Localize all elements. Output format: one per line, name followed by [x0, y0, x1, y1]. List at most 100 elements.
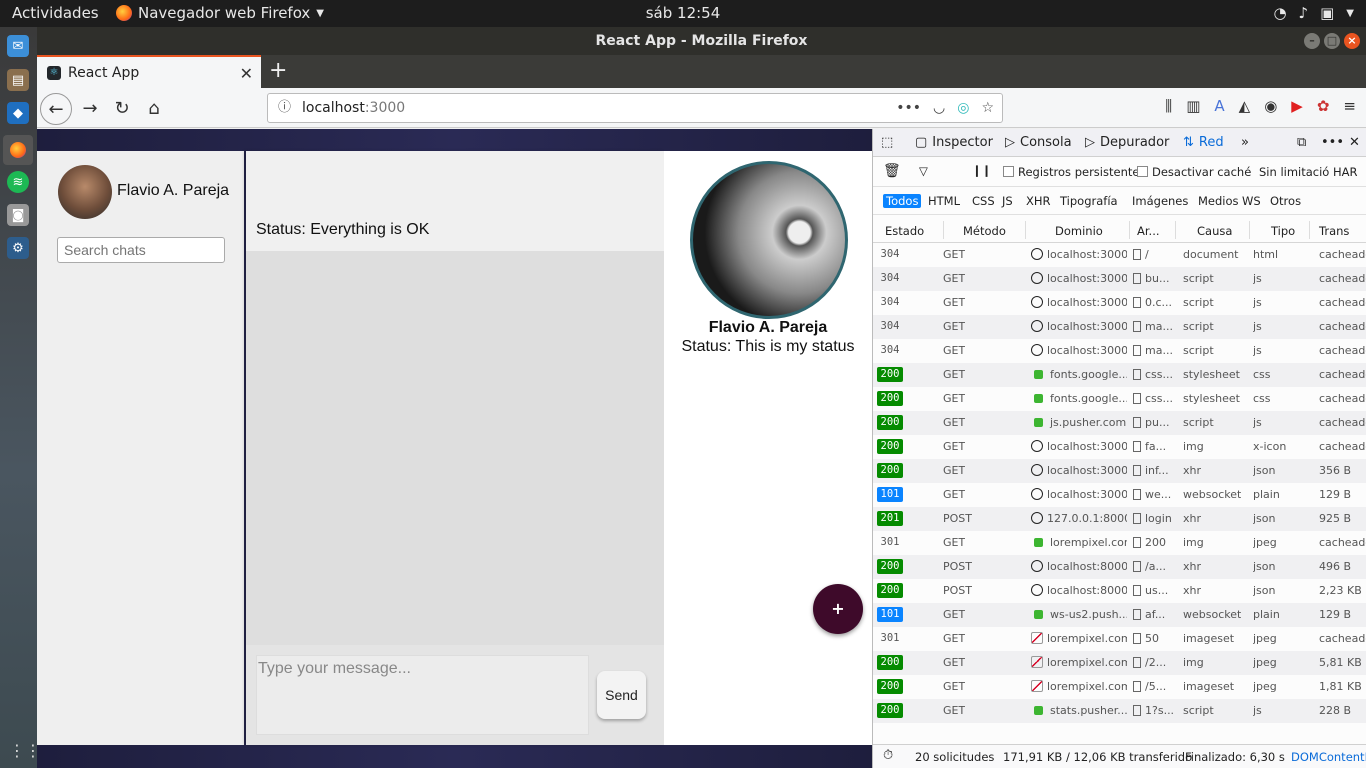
- screenshot-icon[interactable]: ◉: [1264, 97, 1277, 115]
- clock[interactable]: sáb 12:54: [646, 4, 721, 22]
- vscode-icon[interactable]: ◆: [7, 102, 29, 124]
- extension-icon[interactable]: ◎: [957, 94, 969, 122]
- table-row[interactable]: 200 GET lorempixel.com/2... img jpeg 5,81 KB: [873, 651, 1366, 675]
- table-row[interactable]: 301 GET lorempixel.com 200 img jpeg cacheado: [873, 531, 1366, 555]
- minimize-button[interactable]: –: [1304, 33, 1320, 49]
- dock-side-icon[interactable]: ⧉: [1297, 135, 1306, 150]
- table-row[interactable]: 301 GET lorempixel.com 50 imageset jpeg cachea…: [873, 627, 1366, 651]
- request-file: /5...: [1145, 680, 1167, 693]
- table-row[interactable]: 304 GET localhost:3000 0.c... script js cachea…: [873, 291, 1366, 315]
- pocket-icon[interactable]: ◡: [933, 94, 945, 122]
- table-row[interactable]: 101 GET ws-us2.push... af... websocket plain 1…: [873, 603, 1366, 627]
- table-row[interactable]: 200 POST localhost:8000/a... xhr json 496 B: [873, 555, 1366, 579]
- youtube-icon[interactable]: ▶: [1291, 97, 1303, 115]
- stopwatch-icon[interactable]: ⏱: [883, 748, 893, 763]
- close-devtools-icon[interactable]: ✕: [1349, 135, 1360, 150]
- pause-icon[interactable]: ❙❙: [972, 163, 991, 177]
- filter-js[interactable]: JS: [999, 194, 1016, 208]
- hamburger-menu-icon[interactable]: ≡: [1343, 97, 1356, 115]
- devtools-menu-icon[interactable]: •••: [1321, 135, 1344, 150]
- evernote-icon[interactable]: ◭: [1239, 97, 1251, 115]
- persist-logs-checkbox[interactable]: Registros persistentes: [1003, 165, 1145, 179]
- back-button[interactable]: ←: [40, 93, 72, 125]
- filter-icon[interactable]: ▽: [919, 164, 928, 178]
- request-transferred: cacheado: [1319, 368, 1366, 381]
- filter-media[interactable]: Medios: [1195, 194, 1242, 208]
- lock-icon: [1034, 418, 1043, 427]
- table-row[interactable]: 200 GET fonts.google... css... stylesheet css…: [873, 363, 1366, 387]
- col-domain[interactable]: Dominio: [1055, 224, 1103, 238]
- table-row[interactable]: 304 GET localhost:3000 bu... script js cachead…: [873, 267, 1366, 291]
- table-row[interactable]: 200 GET fonts.google... css... stylesheet css…: [873, 387, 1366, 411]
- app-menu[interactable]: Navegador web Firefox ▼: [116, 4, 324, 22]
- network-toolbar: 🗑 ▽ ❙❙ Registros persistentes Desactivar…: [873, 157, 1366, 187]
- globe-icon: [1031, 440, 1043, 452]
- filter-fonts[interactable]: Tipografía: [1057, 194, 1121, 208]
- throttling-select[interactable]: Sin limitació HAR: [1259, 165, 1358, 179]
- request-method: GET: [943, 416, 966, 429]
- table-row[interactable]: 200 GET js.pusher.com pu... script js cacheado: [873, 411, 1366, 435]
- table-row[interactable]: 201 POST 127.0.0.1:8000 login xhr json 925 B: [873, 507, 1366, 531]
- col-method[interactable]: Método: [963, 224, 1006, 238]
- send-button[interactable]: Send: [597, 671, 646, 719]
- forward-button[interactable]: →: [76, 94, 104, 122]
- more-tabs-icon[interactable]: »: [1241, 135, 1249, 150]
- filter-all[interactable]: Todos: [883, 194, 922, 208]
- disable-cache-checkbox[interactable]: Desactivar caché: [1137, 165, 1251, 179]
- translate-icon[interactable]: A: [1214, 97, 1224, 115]
- new-tab-button[interactable]: +: [269, 58, 287, 83]
- table-row[interactable]: 304 GET localhost:3000 ma... script js cachead…: [873, 339, 1366, 363]
- camera-icon[interactable]: ◙: [7, 204, 29, 226]
- tab-debugger[interactable]: ▷ Depurador: [1085, 135, 1169, 150]
- avatar[interactable]: [58, 165, 112, 219]
- col-file[interactable]: Ar...: [1137, 224, 1160, 238]
- table-row[interactable]: 304 GET localhost:3000 ma... script js cachead…: [873, 315, 1366, 339]
- table-row[interactable]: 304 GET localhost:3000 / document html cachead…: [873, 243, 1366, 267]
- col-type[interactable]: Tipo: [1271, 224, 1295, 238]
- table-row[interactable]: 200 POST localhost:8000 us... xhr json 2,23 KB: [873, 579, 1366, 603]
- home-button[interactable]: ⌂: [140, 94, 168, 122]
- page-actions-icon[interactable]: •••: [896, 94, 921, 122]
- files-icon[interactable]: ▤: [7, 69, 29, 91]
- table-row[interactable]: 200 GET lorempixel.com/5... imageset jpeg 1,8…: [873, 675, 1366, 699]
- thunderbird-icon[interactable]: ✉: [7, 35, 29, 57]
- filter-images[interactable]: Imágenes: [1129, 194, 1191, 208]
- filter-other[interactable]: Otros: [1267, 194, 1304, 208]
- close-window-button[interactable]: ×: [1344, 33, 1360, 49]
- col-transferred[interactable]: Trans: [1319, 224, 1349, 238]
- add-button[interactable]: +: [813, 584, 863, 634]
- addon-icon[interactable]: ✿: [1317, 97, 1330, 115]
- pick-element-icon[interactable]: ⬚: [881, 135, 893, 150]
- document-icon: [1133, 561, 1141, 572]
- table-row[interactable]: 200 GET stats.pusher.... 1?s... script js 228 …: [873, 699, 1366, 723]
- message-input[interactable]: Type your message...: [256, 655, 589, 735]
- url-bar[interactable]: ⓘ localhost:3000 ••• ◡ ◎ ☆: [267, 93, 1003, 123]
- col-status[interactable]: Estado: [885, 224, 924, 238]
- close-tab-icon[interactable]: ✕: [240, 64, 253, 83]
- table-row[interactable]: 200 GET localhost:3000 fa... img x-icon cachea…: [873, 435, 1366, 459]
- library-icon[interactable]: ⫼: [1165, 97, 1172, 115]
- bookmark-star-icon[interactable]: ☆: [981, 94, 994, 122]
- network-tool-icon[interactable]: ⚙: [7, 237, 29, 259]
- tab-console[interactable]: ▷ Consola: [1005, 135, 1072, 150]
- trash-icon[interactable]: 🗑: [883, 163, 901, 179]
- reload-button[interactable]: ↻: [108, 94, 136, 122]
- sidebar-icon[interactable]: ▥: [1186, 97, 1200, 115]
- firefox-dock-icon[interactable]: [3, 135, 33, 165]
- col-cause[interactable]: Causa: [1197, 224, 1232, 238]
- filter-css[interactable]: CSS: [969, 194, 998, 208]
- search-chats-input[interactable]: [57, 237, 225, 263]
- filter-html[interactable]: HTML: [925, 194, 963, 208]
- tab-network[interactable]: ⇅ Red: [1183, 135, 1224, 150]
- maximize-button[interactable]: □: [1324, 33, 1340, 49]
- table-row[interactable]: 200 GET localhost:3000 inf... xhr json 356 B: [873, 459, 1366, 483]
- tab-inspector[interactable]: ▢ Inspector: [915, 135, 993, 150]
- info-icon[interactable]: ⓘ: [278, 94, 291, 122]
- spotify-icon[interactable]: ≋: [7, 171, 29, 193]
- table-row[interactable]: 101 GET localhost:3000 we... websocket plain 1…: [873, 483, 1366, 507]
- filter-xhr[interactable]: XHR: [1023, 194, 1054, 208]
- activities-button[interactable]: Actividades: [12, 4, 99, 22]
- browser-tab[interactable]: ⚛ React App ✕: [37, 55, 261, 88]
- filter-ws[interactable]: WS: [1239, 194, 1264, 208]
- system-tray[interactable]: ◔ ♪ ▣ ▼: [1273, 4, 1354, 22]
